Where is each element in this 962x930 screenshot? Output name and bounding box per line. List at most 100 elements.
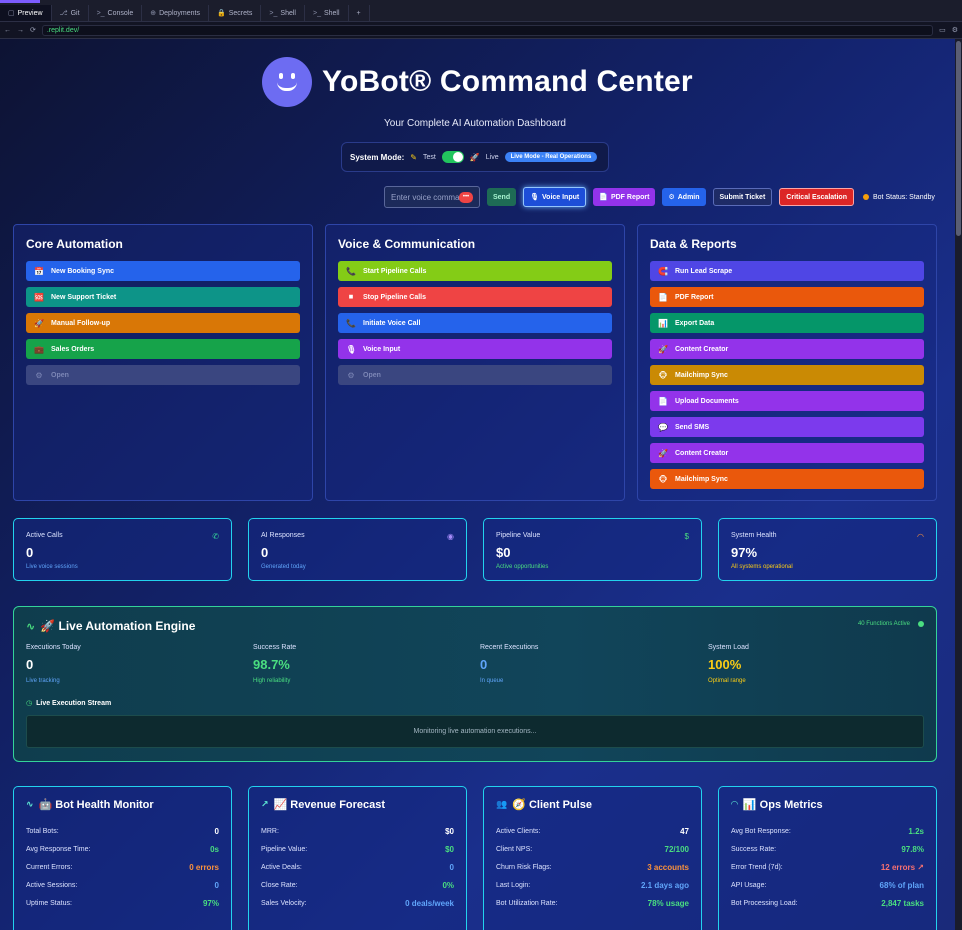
stat-value: 0 [261,545,269,560]
metric-key: MRR: [261,827,279,835]
functions-active-badge: 40 Functions Active [858,621,924,627]
new-booking-sync-button[interactable]: 📅 New Booking Sync [26,261,300,281]
voice-input-label: Voice Input [542,193,580,201]
mailchimp-sync-icon: 🐵 [658,370,668,380]
metric-row: Pipeline Value: $0 [261,840,454,858]
initiate-voice-call-icon: 📞 [346,318,356,328]
metric-label: System Load [708,644,749,651]
new-support-ticket-button[interactable]: 🆘 New Support Ticket [26,287,300,307]
settings-icon[interactable]: ⚙ [952,26,958,34]
browser-tab-secrets[interactable]: 🔒 Secrets [209,5,262,21]
browser-tab-shell[interactable]: >_ Shell [261,5,305,21]
critical-escalation-button[interactable]: Critical Escalation [779,188,854,206]
run-lead-scrape-button[interactable]: 🧲 Run Lead Scrape [650,261,924,281]
sales-orders-button[interactable]: 💼 Sales Orders [26,339,300,359]
browser-tab-git[interactable]: ⎇ Git [52,5,89,21]
open-button[interactable]: ⚙ Open [338,365,612,385]
devtools-icon[interactable]: ▭ [939,26,946,34]
start-pipeline-calls-label: Start Pipeline Calls [363,267,427,275]
rocket-icon: 🚀 [469,152,480,162]
metric-row: Active Deals: 0 [261,858,454,876]
page-subtitle: Your Complete AI Automation Dashboard [384,118,566,129]
core-automation-panel: Core Automation 📅 New Booking Sync 🆘 New Su… [13,224,313,501]
tab-icon: >_ [312,9,321,17]
sales-orders-label: Sales Orders [51,345,95,353]
metric-subtext: Live tracking [26,678,60,684]
content-creator-button[interactable]: 🚀 Content Creator [650,443,924,463]
submit-ticket-button[interactable]: Submit Ticket [712,188,773,206]
scrollbar[interactable] [955,39,962,930]
admin-button[interactable]: ⚙ Admin [662,188,706,206]
start-pipeline-calls-button[interactable]: 📞 Start Pipeline Calls [338,261,612,281]
send-sms-button[interactable]: 💬 Send SMS [650,417,924,437]
card-title: ◠ 📊 Ops Metrics [731,798,924,811]
stop-pipeline-calls-label: Stop Pipeline Calls [363,293,427,301]
manual-follow-up-button[interactable]: 🚀 Manual Follow-up [26,313,300,333]
stat-value: 97% [731,545,758,560]
metric-subtext: In queue [480,678,504,684]
activity-icon: ∿ [26,620,36,633]
metric-value: 100% [708,657,742,672]
open-label: Open [363,371,381,379]
export-data-button[interactable]: 📊 Export Data [650,313,924,333]
send-button[interactable]: Send [487,188,517,206]
metric-key: Total Bots: [26,827,59,835]
browser-tab-preview[interactable]: ▢ Preview [0,5,52,21]
voice-input-icon: 🎙 [346,344,357,354]
metric-value: 78% usage [647,898,689,908]
browser-tab-deployments[interactable]: ⊕ Deployments [142,5,209,21]
system-mode-label: System Mode: [350,152,405,162]
url-field[interactable]: .replit.dev/ [41,24,934,36]
more-icon[interactable]: ••• [459,192,473,203]
metric-row: Bot Processing Load: 2,847 tasks [731,894,924,912]
stat-card-active-calls: Active Calls 0 Live voice sessions ✆ [13,518,232,581]
card-title-text: 🤖 Bot Health Monitor [38,799,154,811]
initiate-voice-call-button[interactable]: 📞 Initiate Voice Call [338,313,612,333]
stat-label: Pipeline Value [496,532,541,539]
tab-icon: ⎇ [59,10,68,17]
mailchimp-sync-label: Mailchimp Sync [675,371,728,379]
content-creator-label: Content Creator [675,345,729,353]
metric-subtext: Optimal range [708,678,746,684]
open-button[interactable]: ⚙ Open [26,365,300,385]
new-booking-sync-icon: 📅 [34,266,44,276]
live-label: Live [485,153,499,161]
metric-row: Error Trend (7d): 12 errors ↗ [731,858,924,876]
pdf-report-button[interactable]: 📄 PDF Report [593,188,656,206]
mode-toggle[interactable] [441,151,464,163]
metric-row: MRR: $0 [261,822,454,840]
tab-icon: >_ [269,9,278,17]
back-icon[interactable]: ← [4,27,11,34]
new-support-ticket-icon: 🆘 [34,292,44,302]
mailchimp-sync-button[interactable]: 🐵 Mailchimp Sync [650,365,924,385]
mailchimp-sync-button[interactable]: 🐵 Mailchimp Sync [650,469,924,489]
metric-label: Recent Executions [480,644,539,651]
functions-active-text: 40 Functions Active [857,621,910,627]
core-automation-title: Core Automation [26,237,123,251]
new-tab-button[interactable]: + [349,5,370,21]
stop-pipeline-calls-button[interactable]: ⏹ Stop Pipeline Calls [338,287,612,307]
voice-input-button[interactable]: 🎙 Voice Input [523,187,587,207]
metric-key: Success Rate: [731,845,777,853]
pencil-icon: ✎ [410,152,417,162]
phone-icon: ✆ [212,532,219,541]
browser-tab-console[interactable]: >_ Console [89,5,143,21]
forward-icon[interactable]: → [17,27,24,34]
metric-row: Churn Risk Flags: 3 accounts [496,858,689,876]
data-reports-title: Data & Reports [650,237,737,251]
scrollbar-thumb[interactable] [956,41,961,236]
sales-orders-icon: 💼 [34,344,44,354]
browser-tab-shell[interactable]: >_ Shell [305,5,349,21]
reload-icon[interactable]: ⟳ [30,26,36,34]
content-creator-button[interactable]: 🚀 Content Creator [650,339,924,359]
upload-documents-button[interactable]: 📄 Upload Documents [650,391,924,411]
data-reports-panel: Data & Reports 🧲 Run Lead Scrape 📄 PDF Repo… [637,224,937,501]
metric-value: 2,847 tasks [881,898,924,908]
metric-row: Last Login: 2.1 days ago [496,876,689,894]
engine-metric-executions-today: Executions Today 0 Live tracking [26,644,226,684]
tab-label: Console [107,9,134,17]
metric-value: 0 errors [189,862,219,872]
voice-input-button[interactable]: 🎙 Voice Input [338,339,612,359]
pdf-report-button[interactable]: 📄 PDF Report [650,287,924,307]
voice-command-input[interactable]: Enter voice comma... ••• [384,186,480,208]
